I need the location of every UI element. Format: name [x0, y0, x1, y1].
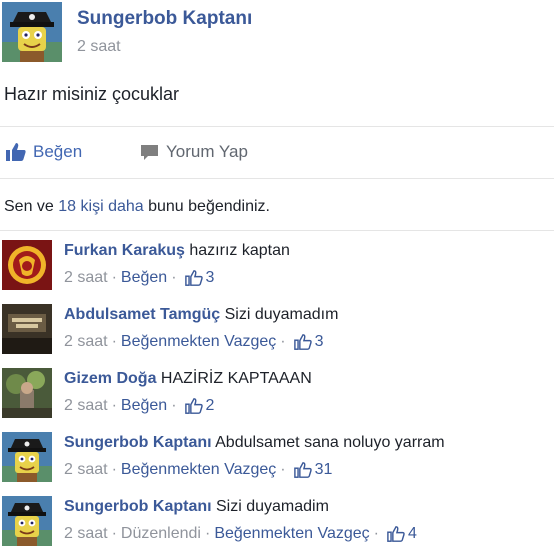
comment-like-count[interactable]: 3 — [315, 333, 324, 351]
likes-summary-prefix: Sen ve — [4, 198, 59, 215]
divider — [0, 230, 554, 231]
comment-timestamp[interactable]: 2 saat — [64, 525, 108, 543]
thumbs-up-outline-icon — [184, 398, 203, 414]
likes-summary: Sen ve 18 kişi daha bunu beğendiniz. — [4, 198, 270, 216]
comment-text: Abdulsamet sana noluyo yarram — [211, 434, 445, 451]
likes-summary-suffix: bunu beğendiniz. — [143, 198, 270, 215]
comment-text: Sizi duyamadim — [211, 498, 329, 515]
comment-author[interactable]: Sungerbob Kaptanı — [64, 498, 212, 515]
comment-item: Sungerbob Kaptanı Abdulsamet sana noluyo… — [0, 432, 554, 492]
comment-unlike-link[interactable]: Beğenmekten Vazgeç — [121, 333, 276, 351]
post-header: Sungerbob Kaptanı 2 saat — [0, 0, 554, 64]
comment-item: Abdulsamet Tamgüç Sizi duyamadım 2 saat … — [0, 304, 554, 364]
commenter-avatar[interactable] — [2, 496, 52, 546]
divider — [0, 126, 554, 127]
thumbs-up-outline-icon — [387, 526, 405, 542]
comment-text: HAZİRİZ KAPTAAAN — [156, 370, 312, 387]
separator: · — [373, 525, 379, 542]
like-button[interactable]: Beğen — [6, 142, 82, 162]
comment-item: Sungerbob Kaptanı Sizi duyamadim 2 saat … — [0, 496, 554, 556]
comment-author[interactable]: Sungerbob Kaptanı — [64, 434, 212, 451]
comment-line: Abdulsamet Tamgüç Sizi duyamadım — [64, 306, 338, 324]
comment-like-link[interactable]: Beğen — [121, 397, 167, 415]
commenter-avatar[interactable] — [2, 240, 52, 290]
comment-like-count[interactable]: 31 — [315, 461, 333, 479]
post-timestamp[interactable]: 2 saat — [77, 38, 121, 56]
commenter-avatar[interactable] — [2, 304, 52, 354]
separator: · — [171, 397, 177, 414]
like-button-label: Beğen — [33, 142, 83, 161]
comment-unlike-link[interactable]: Beğenmekten Vazgeç — [214, 525, 369, 543]
separator: · — [204, 525, 211, 542]
separator: · — [111, 333, 117, 350]
comment-button-label: Yorum Yap — [166, 142, 248, 161]
separator: · — [280, 333, 286, 350]
comment-item: Furkan Karakuş hazırız kaptan 2 saat · B… — [0, 240, 554, 300]
separator: · — [111, 525, 117, 542]
speech-bubble-icon — [141, 144, 158, 160]
comment-author[interactable]: Furkan Karakuş — [64, 242, 185, 259]
post-author-name[interactable]: Sungerbob Kaptanı — [77, 8, 252, 30]
comment-like-count[interactable]: 3 — [206, 269, 215, 287]
comment-unlike-link[interactable]: Beğenmekten Vazgeç — [121, 461, 276, 479]
comment-meta: 2 saat · Beğenmekten Vazgeç · 3 — [64, 333, 324, 351]
comment-like-link[interactable]: Beğen — [121, 269, 167, 287]
comment-meta: 2 saat · Beğen · 2 — [64, 397, 214, 415]
comment-author[interactable]: Gizem Doğa — [64, 370, 156, 387]
comment-timestamp[interactable]: 2 saat — [64, 461, 108, 479]
post-action-bar: Beğen Yorum Yap — [0, 128, 554, 178]
comment-line: Sungerbob Kaptanı Sizi duyamadim — [64, 498, 329, 516]
comment-timestamp[interactable]: 2 saat — [64, 333, 108, 351]
comment-line: Gizem Doğa HAZİRİZ KAPTAAAN — [64, 370, 312, 388]
comment-line: Furkan Karakuş hazırız kaptan — [64, 242, 290, 260]
separator: · — [111, 397, 117, 414]
comment-text: hazırız kaptan — [184, 242, 290, 259]
comment-text: Sizi duyamadım — [220, 306, 339, 323]
comment-line: Sungerbob Kaptanı Abdulsamet sana noluyo… — [64, 434, 445, 452]
comment-author[interactable]: Abdulsamet Tamgüç — [64, 306, 220, 323]
author-avatar[interactable] — [2, 2, 62, 62]
comment-button[interactable]: Yorum Yap — [140, 142, 248, 162]
comment-like-count[interactable]: 2 — [206, 397, 215, 415]
likes-count-link[interactable]: 18 kişi daha — [58, 198, 143, 215]
thumbs-up-outline-icon — [184, 270, 203, 286]
thumbs-up-outline-icon — [293, 334, 312, 350]
comment-meta: 2 saat · Beğen · 3 — [64, 269, 214, 287]
comment-meta: 2 saat · Düzenlendi · Beğenmekten Vazgeç… — [64, 525, 417, 543]
commenter-avatar[interactable] — [2, 432, 52, 482]
post-text: Hazır misiniz çocuklar — [4, 84, 180, 104]
divider — [0, 178, 554, 179]
commenter-avatar[interactable] — [2, 368, 52, 418]
comment-item: Gizem Doğa HAZİRİZ KAPTAAAN 2 saat · Beğ… — [0, 368, 554, 428]
separator: · — [280, 461, 286, 478]
comment-timestamp[interactable]: 2 saat — [64, 269, 108, 287]
thumbs-up-icon — [6, 143, 26, 161]
thumbs-up-outline-icon — [293, 462, 312, 478]
separator: · — [111, 461, 117, 478]
separator: · — [111, 269, 117, 286]
comment-like-count[interactable]: 4 — [408, 525, 417, 543]
separator: · — [171, 269, 177, 286]
comment-timestamp[interactable]: 2 saat — [64, 397, 108, 415]
comment-edited-label[interactable]: Düzenlendi — [121, 525, 201, 543]
comment-meta: 2 saat · Beğenmekten Vazgeç · 31 — [64, 461, 332, 479]
